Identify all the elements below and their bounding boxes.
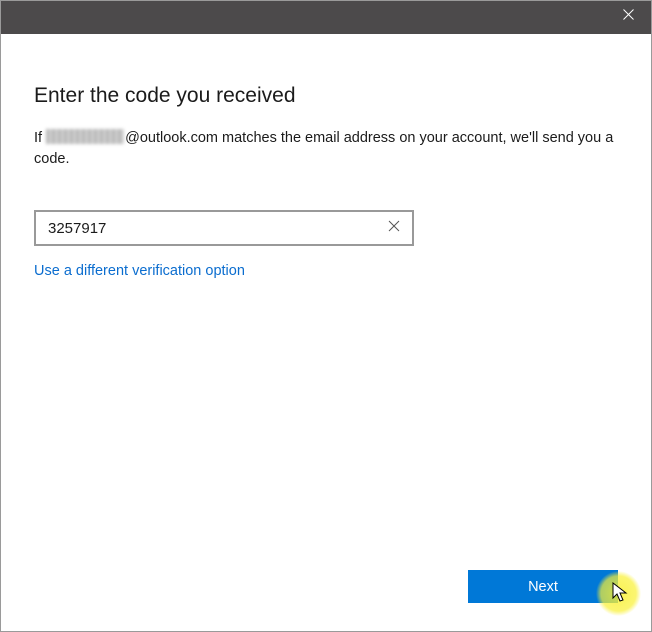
clear-input-button[interactable]	[384, 218, 404, 238]
code-input-wrapper[interactable]	[34, 210, 414, 246]
title-bar	[1, 1, 651, 34]
x-icon	[388, 219, 400, 237]
instruction-text: If @outlook.com matches the email addres…	[34, 128, 618, 170]
redacted-email-user	[46, 129, 124, 144]
dialog-content: Enter the code you received If @outlook.…	[1, 34, 651, 631]
close-button[interactable]	[605, 1, 651, 31]
next-button[interactable]: Next	[468, 570, 618, 603]
close-icon	[623, 7, 634, 25]
different-verification-link[interactable]: Use a different verification option	[34, 263, 245, 279]
dialog-window: Enter the code you received If @outlook.…	[0, 0, 652, 632]
verification-code-input[interactable]	[46, 219, 384, 238]
page-title: Enter the code you received	[34, 84, 618, 108]
dialog-footer: Next	[468, 570, 618, 603]
instruction-prefix: If	[34, 130, 46, 146]
